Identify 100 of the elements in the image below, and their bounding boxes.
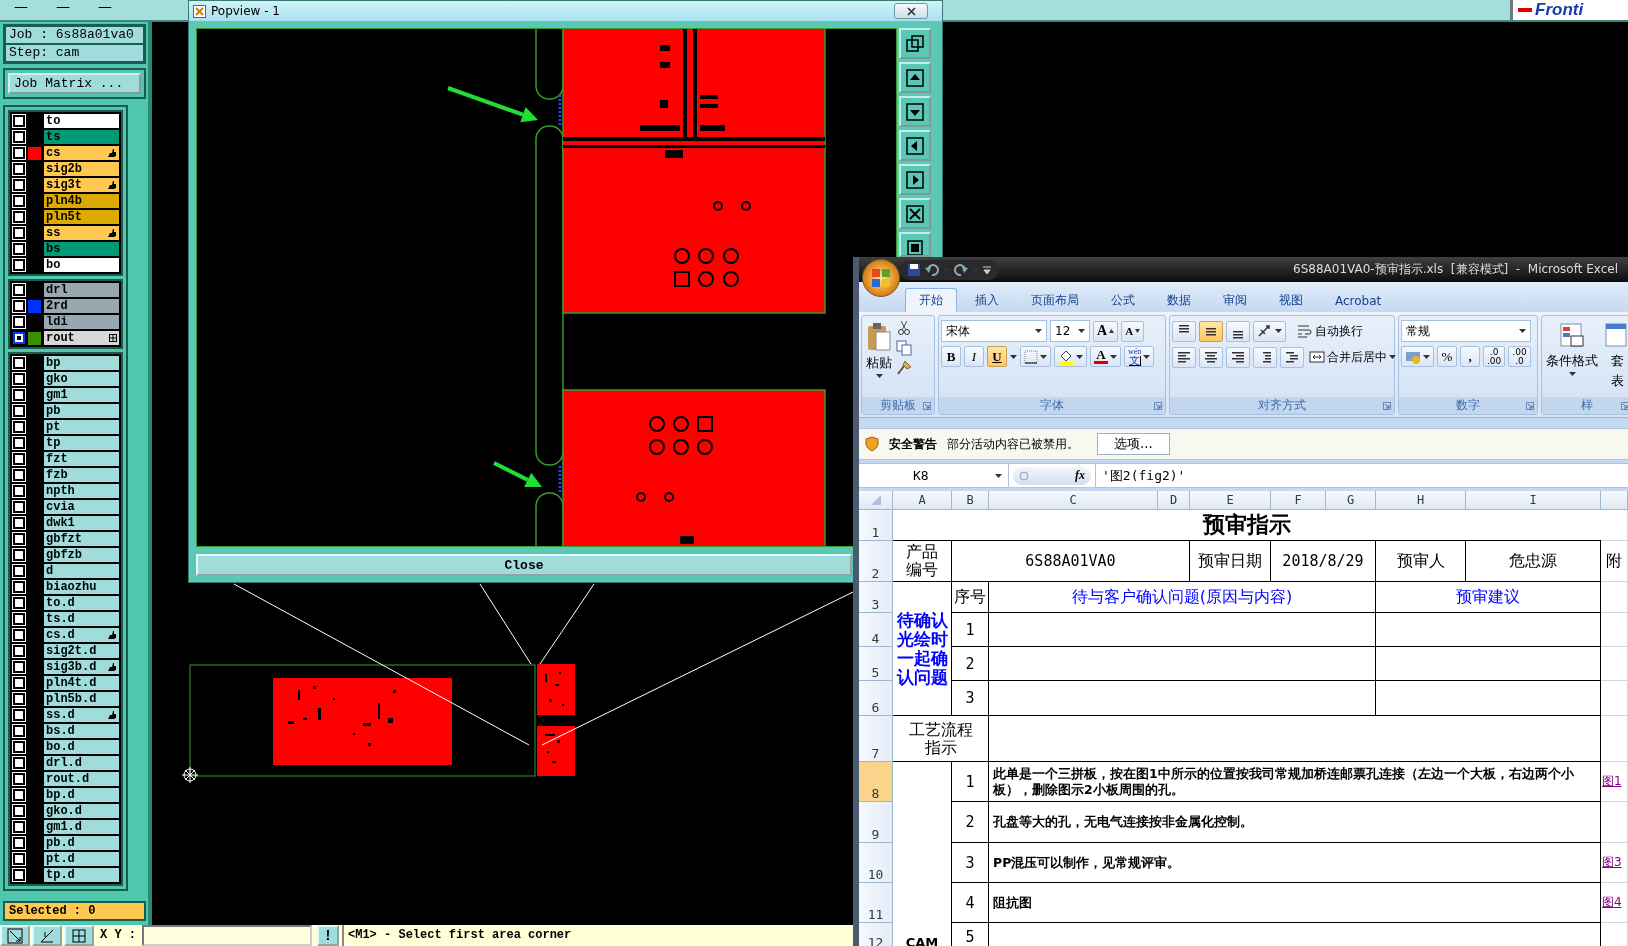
layer-item[interactable]: bp.d: [44, 788, 119, 802]
column-header[interactable]: F: [1271, 491, 1326, 510]
layer-checkbox[interactable]: [13, 741, 25, 753]
layer-item[interactable]: cvia: [44, 500, 119, 514]
layer-item[interactable]: ts.d: [44, 612, 119, 626]
row-header[interactable]: 4: [859, 613, 893, 647]
border-button[interactable]: [1020, 346, 1051, 367]
layer-checkbox[interactable]: [13, 211, 25, 223]
layer-item[interactable]: pt.d: [44, 852, 119, 866]
layer-item[interactable]: pln4t.d: [44, 676, 119, 690]
close-button[interactable]: Close: [196, 554, 852, 576]
minimize-button[interactable]: —: [0, 0, 42, 12]
layer-checkbox[interactable]: [13, 581, 25, 593]
link[interactable]: 图3: [1601, 843, 1628, 883]
layer-checkbox[interactable]: [13, 549, 25, 561]
ribbon-tab[interactable]: Acrobat: [1321, 288, 1396, 312]
scissors-icon[interactable]: [896, 320, 912, 336]
layer-item[interactable]: 2rd: [44, 299, 119, 313]
layer-checkbox[interactable]: [13, 332, 25, 344]
tool-button[interactable]: [0, 925, 30, 946]
layer-item[interactable]: npth: [44, 484, 119, 498]
layer-checkbox[interactable]: [13, 147, 25, 159]
undo-icon[interactable]: [925, 262, 939, 277]
layer-item[interactable]: tp.d: [44, 868, 119, 882]
layer-checkbox[interactable]: [13, 453, 25, 465]
close-button[interactable]: [894, 3, 928, 19]
view-tool-button[interactable]: [899, 62, 931, 93]
layer-item[interactable]: gbfzt: [44, 532, 119, 546]
brush-icon[interactable]: [896, 360, 912, 376]
row-header[interactable]: 11: [859, 883, 893, 923]
table-format-button[interactable]: 套 表: [1602, 320, 1628, 393]
job-matrix-button[interactable]: Job Matrix ...: [8, 73, 141, 94]
layer-item[interactable]: dwk1: [44, 516, 119, 530]
layer-item[interactable]: gko: [44, 372, 119, 386]
layer-checkbox[interactable]: [13, 533, 25, 545]
minimize-button[interactable]: —: [84, 0, 126, 12]
layer-checkbox[interactable]: [13, 389, 25, 401]
merge-center-button[interactable]: 合并后居中: [1307, 346, 1398, 368]
layer-item[interactable]: gbfzb: [44, 548, 119, 562]
underline-button[interactable]: U: [987, 346, 1007, 367]
layer-checkbox[interactable]: [13, 163, 25, 175]
layer-item[interactable]: cs: [44, 146, 119, 160]
launcher-icon[interactable]: [1621, 401, 1628, 410]
layer-checkbox[interactable]: [13, 316, 25, 328]
layer-item[interactable]: biaozhu: [44, 580, 119, 594]
layer-item[interactable]: sig2b: [44, 162, 119, 176]
font-name-field[interactable]: 宋体: [941, 320, 1047, 342]
layer-checkbox[interactable]: [13, 357, 25, 369]
ribbon-tab[interactable]: 插入: [961, 288, 1013, 312]
layer-checkbox[interactable]: [13, 284, 25, 296]
wrap-text-button[interactable]: 自动换行: [1295, 320, 1365, 342]
view-tool-button[interactable]: [899, 198, 931, 229]
layer-checkbox[interactable]: [13, 421, 25, 433]
column-header[interactable]: C: [989, 491, 1158, 510]
layer-checkbox[interactable]: [13, 469, 25, 481]
layer-checkbox[interactable]: [13, 677, 25, 689]
layer-checkbox[interactable]: [13, 565, 25, 577]
link[interactable]: 图1: [1601, 762, 1628, 802]
layer-checkbox[interactable]: [13, 405, 25, 417]
row-header[interactable]: 5: [859, 647, 893, 681]
layer-checkbox[interactable]: [13, 195, 25, 207]
layer-item[interactable]: ss: [44, 226, 119, 240]
layer-checkbox[interactable]: [13, 517, 25, 529]
layer-checkbox[interactable]: [13, 613, 25, 625]
tool-button[interactable]: [32, 925, 62, 946]
layer-item[interactable]: d: [44, 564, 119, 578]
paste-button[interactable]: 粘贴: [864, 320, 894, 393]
row-header[interactable]: 1: [859, 510, 893, 541]
layer-item[interactable]: rout: [44, 331, 119, 345]
function-button[interactable]: fx: [1013, 466, 1091, 485]
launcher-icon[interactable]: [1383, 401, 1391, 410]
layer-checkbox[interactable]: [13, 437, 25, 449]
layer-checkbox[interactable]: [13, 300, 25, 312]
view-tool-button[interactable]: [899, 232, 931, 257]
layer-item[interactable]: bo: [44, 258, 119, 272]
layer-item[interactable]: ts: [44, 130, 119, 144]
layer-item[interactable]: ss.d: [44, 708, 119, 722]
layer-checkbox[interactable]: [13, 179, 25, 191]
currency-button[interactable]: [1401, 346, 1434, 367]
increase-decimal-button[interactable]: .0 .00: [1483, 346, 1506, 367]
layer-item[interactable]: sig3b.d: [44, 660, 119, 674]
ribbon-tab[interactable]: 视图: [1265, 288, 1317, 312]
layer-item[interactable]: bo.d: [44, 740, 119, 754]
view-tool-button[interactable]: [899, 96, 931, 127]
row-header[interactable]: 7: [859, 716, 893, 762]
row-header[interactable]: 2: [859, 541, 893, 582]
layer-checkbox[interactable]: [13, 693, 25, 705]
orientation-button[interactable]: [1253, 320, 1286, 342]
layer-checkbox[interactable]: [13, 259, 25, 271]
italic-button[interactable]: I: [964, 346, 984, 367]
layer-item[interactable]: fzb: [44, 468, 119, 482]
options-button[interactable]: 选项...: [1097, 433, 1170, 455]
formula-field[interactable]: '图2(fig2)': [1095, 464, 1628, 487]
launcher-icon[interactable]: [1154, 401, 1162, 410]
layer-item[interactable]: sig3t: [44, 178, 119, 192]
row-header[interactable]: 3: [859, 582, 893, 613]
layer-item[interactable]: fzt: [44, 452, 119, 466]
column-header[interactable]: I: [1466, 491, 1601, 510]
layer-checkbox[interactable]: [13, 501, 25, 513]
shrink-font-button[interactable]: A: [1121, 320, 1145, 342]
